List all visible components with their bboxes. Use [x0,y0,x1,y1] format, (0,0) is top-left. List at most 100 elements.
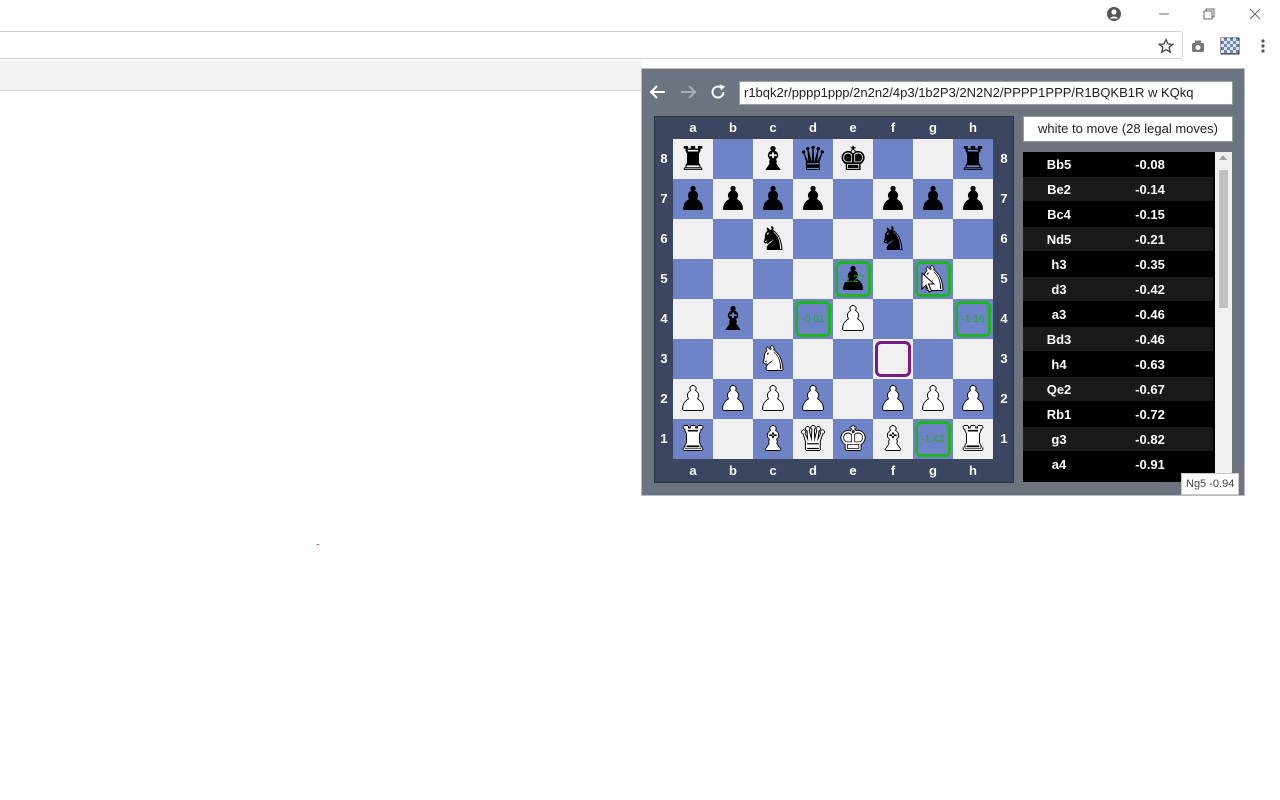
black-bishop-icon[interactable]: ♝ [758,139,788,179]
square-e1[interactable]: ♚ [833,419,873,459]
black-pawn-icon[interactable]: ♟ [678,179,708,219]
move-list-item[interactable]: g3 -0.82 [1023,427,1213,451]
move-list-item[interactable]: Be2 -0.14 [1023,177,1213,201]
black-king-icon[interactable]: ♚ [838,139,868,179]
square-a5[interactable] [673,259,713,299]
square-g7[interactable]: ♟ [913,179,953,219]
white-pawn-icon[interactable]: ♟ [678,379,708,419]
black-pawn-icon[interactable]: ♟ [918,179,948,219]
scroll-thumb[interactable] [1219,170,1228,308]
square-a6[interactable] [673,219,713,259]
square-g2[interactable]: ♟ [913,379,953,419]
white-queen-icon[interactable]: ♛ [798,419,828,459]
square-b5[interactable] [713,259,753,299]
square-c8[interactable]: ♝ [753,139,793,179]
square-b7[interactable]: ♟ [713,179,753,219]
camera-lock-icon[interactable] [1186,34,1210,58]
square-g8[interactable] [913,139,953,179]
black-knight-icon[interactable]: ♞ [878,219,908,259]
white-pawn-icon[interactable]: ♟ [798,379,828,419]
white-pawn-icon[interactable]: ♟ [878,379,908,419]
square-h7[interactable]: ♟ [953,179,993,219]
black-rook-icon[interactable]: ♜ [958,139,988,179]
square-c2[interactable]: ♟ [753,379,793,419]
square-c3[interactable]: ♞ [753,339,793,379]
square-a3[interactable] [673,339,713,379]
chess-board[interactable]: ♜ ♝ ♛ ♚ ♜ ♟ ♟ ♟ ♟ ♟ ♟ ♟ ♞ ♞ ♟ -1.27 ♞ ♝ -0.81 ♟ -1.16 ♞ ♟ ♟ ♟ ♟ ♟ ♟… [673,139,993,459]
black-pawn-icon[interactable]: ♟ [958,179,988,219]
address-bar[interactable] [0,31,1183,59]
square-a7[interactable]: ♟ [673,179,713,219]
white-pawn-icon[interactable]: ♟ [918,379,948,419]
white-rook-icon[interactable]: ♜ [958,419,988,459]
move-list-item[interactable]: Rb1 -0.72 [1023,402,1213,426]
black-pawn-icon[interactable]: ♟ [758,179,788,219]
square-f4[interactable] [873,299,913,339]
black-knight-icon[interactable]: ♞ [758,219,788,259]
white-king-icon[interactable]: ♚ [838,419,868,459]
square-c1[interactable]: ♝ [753,419,793,459]
square-b1[interactable] [713,419,753,459]
white-rook-icon[interactable]: ♜ [678,419,708,459]
scroll-up-arrow-icon[interactable] [1219,155,1227,160]
minimize-icon[interactable] [1141,0,1187,28]
account-icon[interactable] [1091,0,1137,28]
square-c7[interactable]: ♟ [753,179,793,219]
square-g1[interactable]: -1.43 [913,419,953,459]
square-b2[interactable]: ♟ [713,379,753,419]
close-icon[interactable] [1232,0,1278,28]
back-arrow-icon[interactable] [646,81,670,103]
white-pawn-icon[interactable]: ♟ [838,299,868,339]
square-a2[interactable]: ♟ [673,379,713,419]
move-list-item[interactable]: Bc4 -0.15 [1023,202,1213,226]
target-square-highlight[interactable] [875,341,911,377]
square-h3[interactable] [953,339,993,379]
square-d2[interactable]: ♟ [793,379,833,419]
white-bishop-icon[interactable]: ♝ [878,419,908,459]
white-knight-icon[interactable]: ♞ [758,339,788,379]
square-e5[interactable]: ♟ -1.27 [833,259,873,299]
black-bishop-icon[interactable]: ♝ [718,299,748,339]
square-h6[interactable] [953,219,993,259]
square-a1[interactable]: ♜ [673,419,713,459]
square-f6[interactable]: ♞ [873,219,913,259]
square-f1[interactable]: ♝ [873,419,913,459]
square-e6[interactable] [833,219,873,259]
square-d1[interactable]: ♛ [793,419,833,459]
black-pawn-icon[interactable]: ♟ [798,179,828,219]
square-f3[interactable] [873,339,913,379]
square-a4[interactable] [673,299,713,339]
move-list-item[interactable]: d3 -0.42 [1023,277,1213,301]
black-pawn-icon[interactable]: ♟ [878,179,908,219]
restore-icon[interactable] [1186,0,1232,28]
move-list-item[interactable]: Bb5 -0.08 [1023,152,1213,176]
square-f5[interactable] [873,259,913,299]
square-c4[interactable] [753,299,793,339]
square-h5[interactable] [953,259,993,299]
square-h8[interactable]: ♜ [953,139,993,179]
move-list[interactable]: Bb5 -0.08 Be2 -0.14 Bc4 -0.15 Nd5 -0.21 h3 -0.35 d… [1023,152,1232,482]
square-d7[interactable]: ♟ [793,179,833,219]
square-d5[interactable] [793,259,833,299]
square-g6[interactable] [913,219,953,259]
square-h1[interactable]: ♜ [953,419,993,459]
white-bishop-icon[interactable]: ♝ [758,419,788,459]
square-f8[interactable] [873,139,913,179]
square-e4[interactable]: ♟ [833,299,873,339]
move-list-item[interactable]: Bd3 -0.46 [1023,327,1213,351]
square-b3[interactable] [713,339,753,379]
square-f7[interactable]: ♟ [873,179,913,219]
square-e3[interactable] [833,339,873,379]
move-list-item[interactable]: h3 -0.35 [1023,252,1213,276]
square-b8[interactable] [713,139,753,179]
square-e2[interactable] [833,379,873,419]
move-list-scrollbar[interactable] [1215,152,1232,482]
square-d4[interactable]: -0.81 [793,299,833,339]
move-list-item[interactable]: Qe2 -0.67 [1023,377,1213,401]
move-list-item[interactable]: Nd5 -0.21 [1023,227,1213,251]
black-pawn-icon[interactable]: ♟ [718,179,748,219]
square-g3[interactable] [913,339,953,379]
black-queen-icon[interactable]: ♛ [798,139,828,179]
white-pawn-icon[interactable]: ♟ [758,379,788,419]
white-pawn-icon[interactable]: ♟ [718,379,748,419]
